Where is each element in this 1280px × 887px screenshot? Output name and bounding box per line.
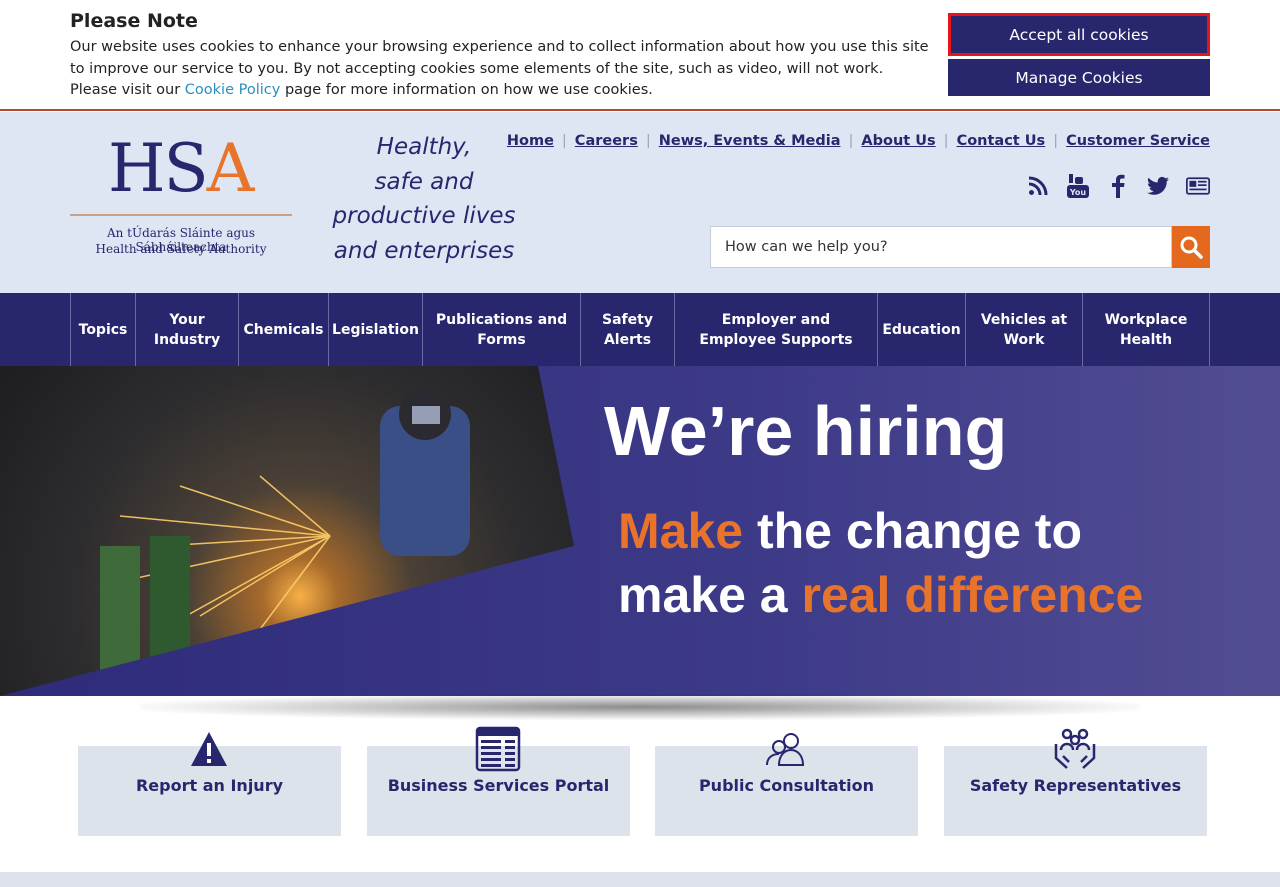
search-input[interactable] bbox=[710, 226, 1172, 268]
top-link-contact[interactable]: Contact Us bbox=[957, 133, 1046, 149]
site-header: HSA An tÚdarás Sláinte agus Sábháilteach… bbox=[0, 112, 1280, 293]
nav-item-chemicals[interactable]: Chemicals bbox=[238, 293, 328, 366]
separator: | bbox=[848, 133, 854, 149]
tagline-line: Healthy, bbox=[376, 134, 472, 160]
top-link-careers[interactable]: Careers bbox=[575, 133, 638, 149]
top-link-home[interactable]: Home bbox=[507, 133, 554, 149]
newsletter-icon[interactable] bbox=[1186, 174, 1210, 198]
tagline-line: safe and bbox=[374, 168, 474, 195]
top-link-news[interactable]: News, Events & Media bbox=[659, 133, 841, 149]
search-icon bbox=[1180, 236, 1203, 259]
hero-headline: We’re hiring bbox=[604, 392, 1008, 470]
quick-link-label: Safety Representatives bbox=[969, 776, 1182, 795]
separator: | bbox=[1053, 133, 1059, 149]
logo-divider bbox=[70, 214, 292, 216]
cookie-policy-link[interactable]: Cookie Policy bbox=[185, 82, 281, 98]
quick-link-label: Public Consultation bbox=[698, 776, 875, 795]
logo-english-name: Health and Safety Authority bbox=[95, 242, 267, 256]
hero-shadow bbox=[140, 694, 1140, 720]
search-bar bbox=[710, 226, 1210, 268]
top-links: Home | Careers | News, Events & Media | … bbox=[507, 133, 1210, 149]
nav-item-topics[interactable]: Topics bbox=[70, 293, 135, 366]
section-divider bbox=[0, 872, 1280, 887]
cookie-text-after: page for more information on how we use … bbox=[280, 82, 653, 98]
manage-cookies-button[interactable]: Manage Cookies bbox=[948, 59, 1210, 96]
youtube-icon[interactable]: You bbox=[1066, 174, 1090, 198]
separator: | bbox=[645, 133, 651, 149]
svg-text:You: You bbox=[1069, 188, 1087, 197]
group-hands-icon bbox=[1050, 726, 1100, 772]
nav-item-safety-alerts[interactable]: Safety Alerts bbox=[580, 293, 674, 366]
tagline-line: and enterprises bbox=[333, 237, 515, 264]
twitter-icon[interactable] bbox=[1146, 174, 1170, 198]
quick-link-label: Business Services Portal bbox=[387, 776, 610, 795]
nav-item-employer-supports[interactable]: Employer and Employee Supports bbox=[674, 293, 877, 366]
portal-icon bbox=[473, 726, 523, 772]
cookie-text: Our website uses cookies to enhance your… bbox=[70, 37, 930, 102]
facebook-icon[interactable] bbox=[1106, 174, 1130, 198]
hero-subheadline: Make the change to make a real differenc… bbox=[618, 503, 1144, 623]
social-links: You bbox=[1026, 174, 1210, 198]
cookie-banner: Please Note Our website uses cookies to … bbox=[0, 0, 1280, 111]
search-button[interactable] bbox=[1172, 226, 1210, 268]
nav-item-education[interactable]: Education bbox=[877, 293, 965, 366]
tagline-line: productive lives bbox=[332, 203, 516, 229]
top-link-customer-service[interactable]: Customer Service bbox=[1066, 133, 1210, 149]
nav-item-your-industry[interactable]: Your Industry bbox=[135, 293, 238, 366]
accept-all-cookies-button[interactable]: Accept all cookies bbox=[948, 13, 1210, 56]
hsa-logo[interactable]: HSA An tÚdarás Sláinte agus Sábháilteach… bbox=[70, 134, 292, 259]
cookie-title: Please Note bbox=[70, 10, 198, 32]
hero-banner[interactable]: We’re hiring Make the change to make a r… bbox=[0, 366, 1280, 696]
nav-item-legislation[interactable]: Legislation bbox=[328, 293, 422, 366]
top-link-about[interactable]: About Us bbox=[861, 133, 935, 149]
nav-item-publications[interactable]: Publications and Forms bbox=[422, 293, 580, 366]
separator: | bbox=[943, 133, 949, 149]
separator: | bbox=[561, 133, 567, 149]
nav-item-workplace-health[interactable]: Workplace Health bbox=[1082, 293, 1210, 366]
logo-letters: HSA bbox=[108, 130, 254, 207]
main-nav: Topics Your Industry Chemicals Legislati… bbox=[0, 293, 1280, 366]
quick-link-label: Report an Injury bbox=[135, 776, 284, 795]
rss-icon[interactable] bbox=[1026, 174, 1050, 198]
warning-icon bbox=[184, 726, 234, 772]
nav-item-vehicles[interactable]: Vehicles at Work bbox=[965, 293, 1082, 366]
tagline: Healthy, safe and productive lives and e… bbox=[324, 130, 524, 268]
people-icon bbox=[761, 726, 811, 772]
